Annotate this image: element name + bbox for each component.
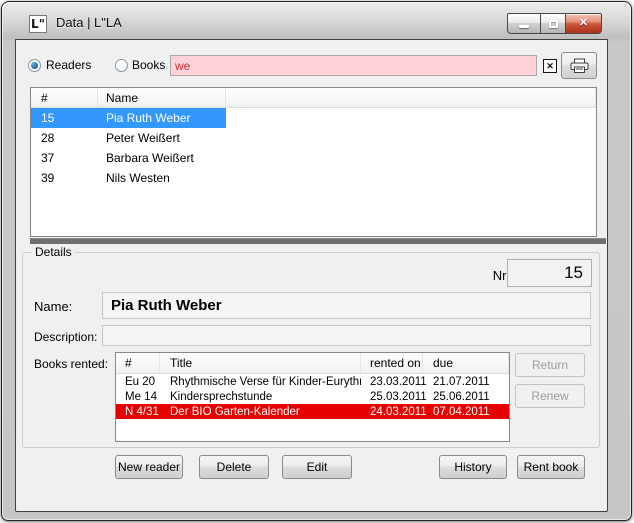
reader-num: 39: [31, 171, 98, 185]
book-due: 25.06.2011: [423, 391, 509, 403]
name-label: Name:: [34, 299, 72, 314]
return-button[interactable]: Return: [515, 353, 585, 377]
radio-readers-label[interactable]: Readers: [46, 58, 91, 72]
details-group-label: Details: [32, 245, 75, 259]
reader-name: Barbara Weißert: [98, 151, 226, 165]
minimize-button[interactable]: [507, 13, 540, 34]
book-num: Me 14: [116, 391, 160, 403]
renew-button[interactable]: Renew: [515, 384, 585, 408]
books-rented-label: Books rented:: [34, 357, 108, 371]
caption-buttons: ✕: [507, 13, 602, 34]
books-col-title[interactable]: Title: [160, 353, 361, 373]
nr-label: Nr.:: [463, 268, 513, 283]
readers-table: # Name 15 Pia Ruth Weber 28 Peter Weißer…: [30, 87, 597, 237]
book-rented-on: 24.03.2011: [361, 406, 423, 418]
name-field: Pia Ruth Weber: [102, 292, 591, 319]
edit-button[interactable]: Edit: [282, 455, 352, 479]
new-reader-button[interactable]: New reader: [115, 455, 183, 479]
client-area: Readers Books ✕ # Name 15 Pia Ruth W: [15, 39, 608, 512]
books-table-header[interactable]: # Title rented on due: [116, 353, 509, 374]
radio-books[interactable]: [115, 59, 128, 72]
close-icon: ✕: [579, 18, 588, 29]
book-rented-on: 25.03.2011: [361, 391, 423, 403]
readers-col-name[interactable]: Name: [98, 88, 226, 107]
books-col-rented-on[interactable]: rented on: [361, 353, 423, 373]
description-label: Description:: [34, 330, 97, 344]
close-button[interactable]: ✕: [566, 13, 602, 34]
reader-num: 15: [31, 111, 98, 125]
book-title: Rhythmische Verse für Kinder-Eurythmie: [160, 376, 361, 388]
radio-readers-dot: [31, 62, 38, 69]
table-row-overdue[interactable]: N 4/31 Der BIO Garten-Kalender 24.03.201…: [116, 404, 509, 419]
maximize-icon: [549, 20, 558, 28]
radio-readers[interactable]: [28, 59, 41, 72]
readers-col-num[interactable]: #: [31, 88, 98, 107]
book-rented-on: 23.03.2011: [361, 376, 423, 388]
reader-name: Nils Westen: [98, 171, 226, 185]
splitter-handle[interactable]: [30, 238, 606, 244]
reader-num: 37: [31, 151, 98, 165]
minimize-icon: [519, 25, 529, 28]
reader-name: Pia Ruth Weber: [98, 111, 226, 125]
readers-table-header[interactable]: # Name: [31, 88, 596, 108]
book-due: 07.04.2011: [423, 406, 509, 418]
book-title: Kindersprechstunde: [160, 391, 361, 403]
search-input[interactable]: [170, 55, 537, 76]
books-col-num[interactable]: #: [116, 353, 160, 373]
book-num: Eu 20: [116, 376, 160, 388]
maximize-button[interactable]: [540, 13, 566, 34]
table-row[interactable]: 37 Barbara Weißert: [31, 148, 596, 168]
printer-icon: [570, 58, 589, 74]
description-field: [102, 325, 591, 346]
table-row[interactable]: Eu 20 Rhythmische Verse für Kinder-Euryt…: [116, 374, 509, 389]
books-table: # Title rented on due Eu 20 Rhythmische …: [115, 352, 510, 442]
reader-name: Peter Weißert: [98, 131, 226, 145]
titlebar[interactable]: L" Data | L"LA ✕: [2, 2, 631, 39]
rent-book-button[interactable]: Rent book: [517, 455, 585, 479]
print-button[interactable]: [561, 52, 597, 79]
app-icon-glyph: L": [31, 17, 45, 31]
book-title: Der BIO Garten-Kalender: [160, 406, 361, 418]
clear-search-icon: ✕: [546, 62, 554, 71]
book-num: N 4/31: [116, 406, 160, 418]
table-row[interactable]: 28 Peter Weißert: [31, 128, 596, 148]
app-icon: L": [29, 15, 47, 33]
table-row[interactable]: 15 Pia Ruth Weber: [31, 108, 596, 128]
nr-field: 15: [507, 259, 592, 287]
reader-num: 28: [31, 131, 98, 145]
window-title: Data | L"LA: [56, 15, 122, 30]
book-due: 21.07.2011: [423, 376, 509, 388]
history-button[interactable]: History: [439, 455, 507, 479]
table-row[interactable]: 39 Nils Westen: [31, 168, 596, 188]
delete-button[interactable]: Delete: [199, 455, 269, 479]
books-col-due[interactable]: due: [423, 353, 509, 373]
radio-books-label[interactable]: Books: [132, 58, 165, 72]
clear-search-button[interactable]: ✕: [543, 59, 557, 73]
app-window: L" Data | L"LA ✕ Readers Books ✕: [1, 1, 632, 521]
table-row[interactable]: Me 14 Kindersprechstunde 25.03.2011 25.0…: [116, 389, 509, 404]
